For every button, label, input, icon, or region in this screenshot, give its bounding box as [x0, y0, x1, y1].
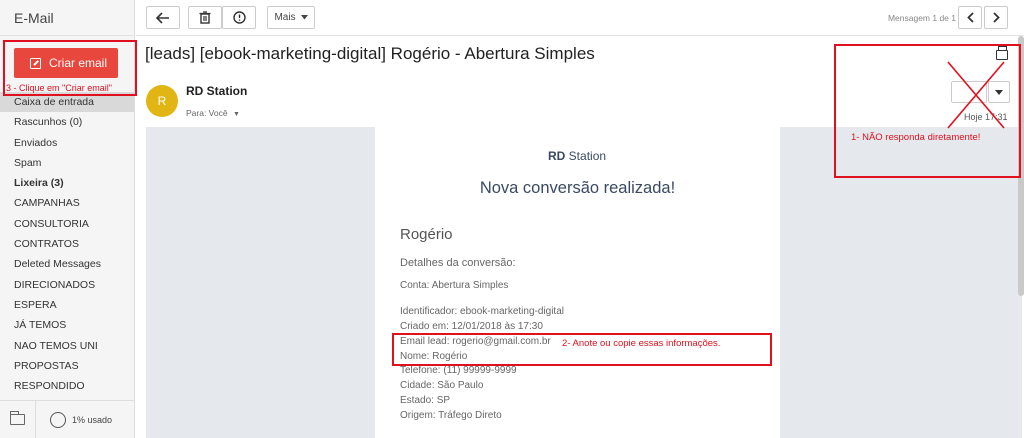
report-button[interactable]	[222, 6, 256, 29]
folder-drafts[interactable]: Rascunhos (0)	[0, 112, 134, 132]
info-criado-em: Criado em: 12/01/2018 às 17:30	[400, 321, 543, 332]
chevron-left-icon	[966, 12, 974, 23]
alert-circle-icon	[232, 11, 246, 24]
delete-button[interactable]	[188, 6, 222, 29]
info-conta: Conta: Abertura Simples	[400, 280, 509, 291]
recipient-label: Para: Você	[186, 108, 228, 118]
back-button[interactable]	[146, 6, 180, 29]
message-subject: [leads] [ebook-marketing-digital] Rogéri…	[145, 44, 595, 63]
annotation-step2: 2- Anote ou copie essas informações.	[562, 338, 721, 349]
folder-nao-temos-uni[interactable]: NAO TEMOS UNI	[0, 336, 134, 356]
manage-folders-button[interactable]	[0, 400, 36, 438]
folder-espera[interactable]: ESPERA	[0, 295, 134, 315]
info-origem: Origem: Tráfego Direto	[400, 410, 502, 421]
folder-direcionados[interactable]: DIRECIONADOS	[0, 275, 134, 295]
folder-consultoria[interactable]: CONSULTORIA	[0, 214, 134, 234]
lead-name: Rogério	[400, 226, 453, 243]
trash-icon	[199, 11, 211, 24]
folder-icon	[10, 411, 25, 425]
chevron-down-icon	[300, 15, 308, 20]
more-label: Mais	[274, 12, 296, 23]
caret-down-icon: ▼	[232, 111, 240, 118]
info-estado: Estado: SP	[400, 395, 451, 406]
more-button[interactable]: Mais	[267, 6, 315, 29]
storage-usage: 1% usado	[36, 411, 113, 428]
conversion-details-label: Detalhes da conversão:	[400, 257, 516, 269]
sender-avatar: R	[146, 85, 178, 117]
folder-contratos[interactable]: CONTRATOS	[0, 234, 134, 254]
usage-pie-icon	[50, 411, 66, 428]
cross-mark-icon	[947, 61, 1005, 129]
annotation-step1: 1- NÃO responda diretamente!	[851, 132, 981, 143]
folder-trash[interactable]: Lixeira (3)	[0, 173, 134, 193]
arrow-left-icon	[156, 11, 169, 24]
info-identificador: Identificador: ebook-marketing-digital	[400, 306, 564, 317]
folder-spam[interactable]: Spam	[0, 153, 134, 173]
recipient-line[interactable]: Para: Você ▼	[186, 108, 240, 118]
folder-propostas[interactable]: PROPOSTAS	[0, 356, 134, 376]
app-title: E-Mail	[0, 0, 134, 36]
chevron-right-icon	[992, 12, 1000, 23]
info-cidade: Cidade: São Paulo	[400, 380, 484, 391]
folder-sent[interactable]: Enviados	[0, 133, 134, 153]
folder-deleted-messages[interactable]: Deleted Messages	[0, 254, 134, 274]
prev-message-button[interactable]	[958, 6, 982, 29]
next-message-button[interactable]	[984, 6, 1008, 29]
rd-station-logo: RD Station	[548, 149, 607, 163]
usage-label: 1% usado	[72, 414, 113, 425]
annotation-step3: 3 - Clique em "Criar email"	[6, 83, 112, 93]
folder-ja-temos[interactable]: JÁ TEMOS	[0, 315, 134, 335]
sidebar-footer: 1% usado	[0, 400, 135, 438]
toolbar: Mais Mensagem 1 de 1	[136, 0, 1024, 36]
info-telefone: Telefone: (11) 99999-9999	[400, 365, 517, 376]
email-title: Nova conversão realizada!	[479, 179, 676, 197]
folder-campanhas[interactable]: CAMPANHAS	[0, 193, 134, 213]
sender-name[interactable]: RD Station	[186, 84, 247, 98]
email-app: E-Mail Criar email Caixa de entrada Rasc…	[0, 0, 1024, 438]
folder-respondido[interactable]: RESPONDIDO	[0, 376, 134, 396]
message-counter: Mensagem 1 de 1	[887, 13, 956, 23]
folder-list: Caixa de entrada Rascunhos (0) Enviados …	[0, 92, 134, 396]
